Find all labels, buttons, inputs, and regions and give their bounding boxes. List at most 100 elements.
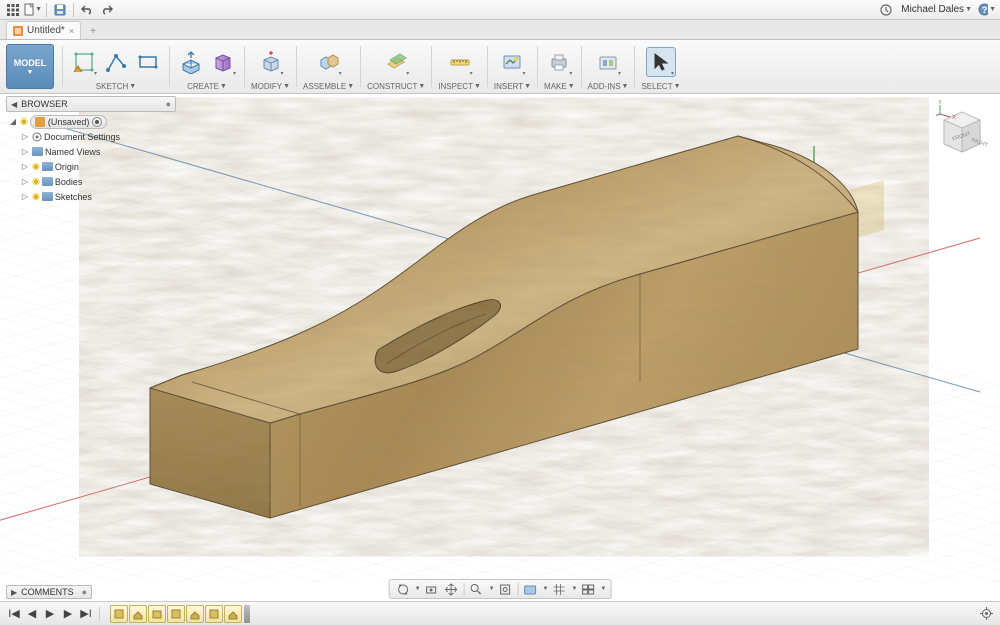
bulb-icon[interactable]: ◉ (20, 116, 28, 127)
browser-title: BROWSER (21, 99, 165, 109)
tree-expand-icon[interactable]: ◢ (8, 117, 18, 126)
inspect-group-label[interactable]: INSPECT▼ (438, 82, 481, 91)
tree-root-row[interactable]: ◢ ◉ (Unsaved) (6, 114, 176, 129)
create-group-label[interactable]: CREATE▼ (187, 82, 227, 91)
pan-button[interactable] (443, 581, 461, 597)
orbit-button[interactable] (394, 581, 412, 597)
view-navbar: ▼ ▼ ▼ ▼ ▼ (389, 579, 612, 599)
tree-expand-icon[interactable]: ▷ (20, 177, 30, 186)
tree-root-label: (Unsaved) (48, 117, 90, 127)
modify-group: ▾ MODIFY▼ (247, 40, 294, 93)
timeline-feature[interactable] (167, 605, 185, 623)
save-button[interactable] (51, 1, 69, 19)
view-cube[interactable]: FRONT RIGHT X Y Z (936, 100, 988, 160)
document-tab[interactable]: Untitled* × (6, 21, 81, 39)
timeline-feature[interactable] (110, 605, 128, 623)
timeline-feature[interactable] (148, 605, 166, 623)
tree-expand-icon[interactable]: ▷ (20, 192, 30, 201)
measure-button[interactable]: ▾ (445, 47, 475, 77)
tree-item[interactable]: ▷ Document Settings (6, 129, 176, 144)
select-group-label[interactable]: SELECT▼ (641, 82, 680, 91)
assemble-group: ▾ ASSEMBLE▼ (299, 40, 358, 93)
ribbon-toolbar: MODEL ▼ ▾ SKETCH▼ ▾ (0, 40, 1000, 94)
divider (46, 3, 47, 17)
timeline-end-button[interactable]: ▶I (78, 606, 94, 622)
undo-button[interactable] (78, 1, 96, 19)
browser-collapse-icon: ◀ (11, 100, 17, 109)
tree-expand-icon[interactable]: ▷ (20, 162, 30, 171)
tree-item[interactable]: ▷ ◉ Origin (6, 159, 176, 174)
svg-text:Y: Y (938, 100, 942, 106)
app-header: ▼ Michael Dales▼ ?▼ (0, 0, 1000, 20)
make-group: ▾ MAKE▼ (540, 40, 579, 93)
make-group-label[interactable]: MAKE▼ (544, 82, 575, 91)
file-menu-button[interactable]: ▼ (24, 1, 42, 19)
bulb-icon[interactable]: ◉ (32, 191, 40, 202)
tree-item[interactable]: ▷ Named Views (6, 144, 176, 159)
tree-item-label: Sketches (55, 192, 92, 202)
tree-item-label: Document Settings (44, 132, 120, 142)
tree-expand-icon[interactable]: ▷ (20, 147, 30, 156)
timeline-feature[interactable] (186, 605, 204, 623)
browser-pin-icon[interactable]: ● (166, 99, 171, 109)
svg-text:X: X (952, 115, 956, 121)
select-tool-button[interactable]: ▾ (646, 47, 676, 77)
user-menu[interactable]: Michael Dales▼ (901, 4, 972, 15)
insert-group-label[interactable]: INSERT▼ (494, 82, 531, 91)
sketch-group-label[interactable]: SKETCH▼ (96, 82, 136, 91)
timeline-start-button[interactable]: I◀ (6, 606, 22, 622)
joint-button[interactable]: ▾ (314, 47, 344, 77)
construct-group-label[interactable]: CONSTRUCT▼ (367, 82, 425, 91)
folder-icon (42, 177, 53, 186)
make-print-button[interactable]: ▾ (544, 47, 574, 77)
timeline-settings-button[interactable] (978, 606, 994, 622)
look-at-button[interactable] (423, 581, 441, 597)
redo-button[interactable] (98, 1, 116, 19)
timeline-feature[interactable] (129, 605, 147, 623)
settings-gear-icon (32, 132, 42, 142)
tab-close-button[interactable]: × (69, 26, 74, 36)
grid-settings-button[interactable] (550, 581, 568, 597)
new-tab-button[interactable]: + (85, 23, 101, 39)
workspace-switcher[interactable]: MODEL ▼ (6, 44, 54, 89)
comments-panel-header[interactable]: ▶ COMMENTS ● (6, 585, 92, 599)
tree-item-label: Origin (55, 162, 79, 172)
addins-group-label[interactable]: ADD-INS▼ (588, 82, 629, 91)
display-style-button[interactable] (522, 581, 540, 597)
tree-item[interactable]: ▷ ◉ Sketches (6, 189, 176, 204)
box-button[interactable]: ▾ (208, 47, 238, 77)
tree-expand-icon[interactable]: ▷ (20, 132, 30, 141)
modify-group-label[interactable]: MODIFY▼ (251, 82, 290, 91)
timeline-play-button[interactable]: ▶ (42, 606, 58, 622)
addins-button[interactable]: ▾ (593, 47, 623, 77)
timeline-feature[interactable] (205, 605, 223, 623)
fit-button[interactable] (497, 581, 515, 597)
svg-text:?: ? (982, 5, 988, 15)
job-status-icon[interactable] (877, 1, 895, 19)
extrude-button[interactable] (176, 47, 206, 77)
apps-grid-icon[interactable] (4, 1, 22, 19)
bulb-icon[interactable]: ◉ (32, 161, 40, 172)
construct-plane-button[interactable]: ▾ (381, 47, 411, 77)
insert-derive-button[interactable]: ▾ (497, 47, 527, 77)
timeline-bar: I◀ ◀ ▶ ▶ ▶I (0, 601, 1000, 625)
rectangle-tool-button[interactable] (133, 47, 163, 77)
activate-radio[interactable] (92, 117, 102, 127)
press-pull-button[interactable]: ▾ (256, 47, 286, 77)
insert-group: ▾ INSERT▼ (490, 40, 535, 93)
timeline-back-button[interactable]: ◀ (24, 606, 40, 622)
workspace-label: MODEL (14, 58, 47, 68)
browser-header[interactable]: ◀ BROWSER ● (6, 96, 176, 112)
zoom-button[interactable] (468, 581, 486, 597)
bulb-icon[interactable]: ◉ (32, 176, 40, 187)
timeline-forward-button[interactable]: ▶ (60, 606, 76, 622)
assemble-group-label[interactable]: ASSEMBLE▼ (303, 82, 354, 91)
tab-title: Untitled* (27, 25, 65, 36)
tree-item[interactable]: ▷ ◉ Bodies (6, 174, 176, 189)
help-button[interactable]: ?▼ (978, 1, 996, 19)
create-sketch-button[interactable]: ▾ (69, 47, 99, 77)
timeline-marker[interactable] (244, 605, 250, 623)
line-tool-button[interactable] (101, 47, 131, 77)
timeline-feature[interactable] (224, 605, 242, 623)
viewport-layout-button[interactable] (579, 581, 597, 597)
